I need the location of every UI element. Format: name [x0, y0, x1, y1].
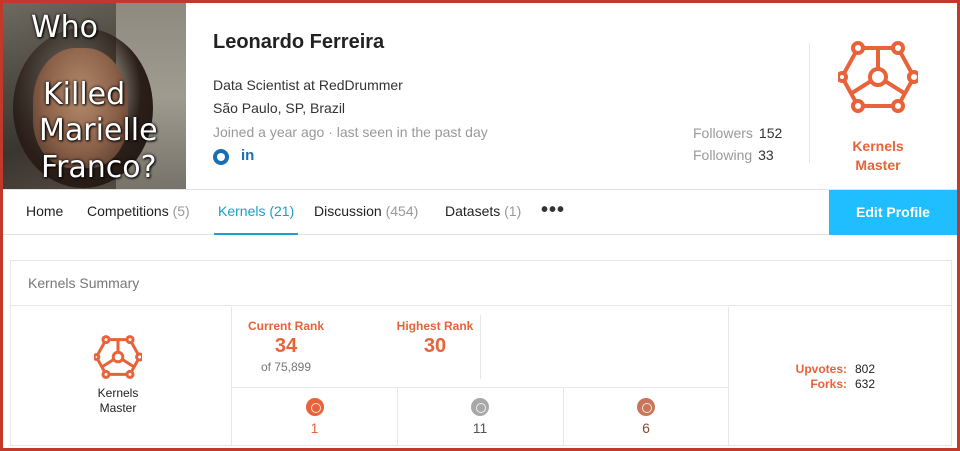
panel-title: Kernels Summary: [11, 261, 951, 306]
following-stat[interactable]: Following 33: [693, 147, 774, 163]
profile-occupation: Data Scientist at RedDrummer: [213, 77, 403, 93]
profile-header: Who Killed Marielle Franco? Leonardo Fer…: [3, 3, 957, 189]
profile-location: São Paulo, SP, Brazil: [213, 100, 346, 116]
divider: [480, 315, 481, 379]
tab-competitions[interactable]: Competitions (5): [87, 190, 190, 235]
silver-medal-icon: [471, 398, 489, 416]
tier-label: Kernels Master: [97, 386, 139, 415]
tab-home[interactable]: Home: [26, 190, 63, 235]
gold-medal-icon: [305, 398, 324, 416]
silver-medal: 11: [397, 388, 562, 446]
profile-activity: Joined a year ago · last seen in the pas…: [213, 124, 488, 140]
tab-kernels[interactable]: Kernels (21): [214, 190, 299, 235]
profile-tabs: Home Competitions (5) Kernels (21) Discu…: [3, 189, 957, 235]
gold-medal: 1: [232, 388, 397, 446]
tab-discussion[interactable]: Discussion (454): [314, 190, 418, 235]
bronze-medal-icon: [637, 398, 655, 416]
edit-profile-button[interactable]: Edit Profile: [829, 190, 957, 235]
kernels-master-tier-icon: [838, 41, 918, 113]
bronze-medal: 6: [563, 388, 728, 446]
photo-overlay-text: Who Killed Marielle Franco?: [31, 10, 158, 185]
kernels-master-tier-icon: [94, 335, 142, 379]
medal-counts: 1 11 6: [232, 387, 729, 446]
github-icon[interactable]: [213, 149, 229, 165]
divider: [809, 43, 810, 163]
kernels-summary-panel: Kernels Summary Kernels Master Current R…: [10, 260, 952, 446]
tab-datasets[interactable]: Datasets (1): [445, 190, 521, 235]
profile-name: Leonardo Ferreira: [213, 31, 385, 53]
tier-label: Kernels Master: [852, 138, 904, 173]
profile-photo: Who Killed Marielle Franco?: [3, 3, 186, 189]
rank-column: Current Rank 34 of 75,899 Highest Rank 3…: [232, 307, 729, 446]
more-menu-icon[interactable]: •••: [541, 190, 565, 235]
highest-rank: Highest Rank 30: [396, 319, 474, 357]
followers-stat[interactable]: Followers 152: [693, 125, 782, 141]
linkedin-icon[interactable]: in: [241, 147, 254, 164]
votes-column: Upvotes: 802 Forks: 632: [795, 362, 876, 391]
